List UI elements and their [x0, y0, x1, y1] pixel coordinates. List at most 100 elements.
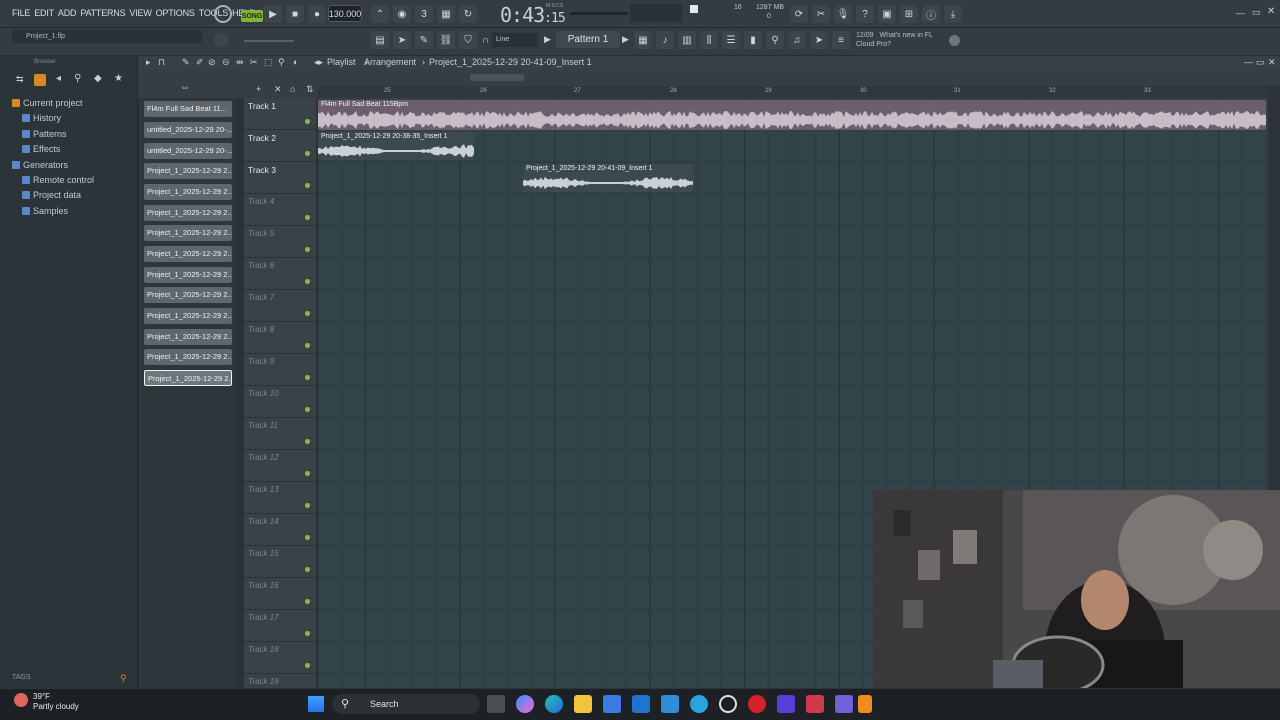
track-mute-indicator[interactable] [305, 343, 310, 348]
browser-back-icon[interactable]: ◂ [56, 73, 61, 84]
view-project-icon[interactable]: ➤ [810, 31, 828, 49]
view-plugin-picker-icon[interactable]: ⚲ [766, 31, 784, 49]
close-icon[interactable]: ✕ [1267, 6, 1275, 17]
track-mute-indicator[interactable] [305, 567, 310, 572]
audio-clip[interactable]: Project_1_2025-12-29 20-38-35_Insert 1 [318, 132, 474, 160]
recorder-icon[interactable] [806, 695, 824, 713]
opera-icon[interactable] [748, 695, 766, 713]
arrow-icon[interactable]: ➤ [393, 31, 411, 49]
task-view-icon[interactable] [487, 695, 505, 713]
stamp-icon[interactable]: ⛉ [459, 31, 477, 49]
playlist-icon[interactable]: ▤ [371, 31, 389, 49]
menu-view[interactable]: VIEW [129, 8, 151, 18]
track-mute-indicator[interactable] [305, 439, 310, 444]
track-header[interactable]: Track 17 [244, 610, 316, 642]
browser-item-current-project[interactable]: Current project [12, 96, 136, 111]
view-channel-rack-icon[interactable]: ▦ [634, 31, 652, 49]
track-header[interactable]: Track 16 [244, 578, 316, 610]
plugin-icon[interactable]: ⊞ [900, 5, 918, 23]
clip-source-item[interactable]: untitled_2025-12-29 20-... [144, 122, 232, 138]
weather-icon[interactable] [14, 693, 28, 707]
playlist-maximize-icon[interactable]: ▭ [1256, 56, 1265, 69]
track-header[interactable]: Track 7 [244, 290, 316, 322]
step-edit-icon[interactable]: ▦ [437, 5, 455, 23]
clip-source-item-selected[interactable]: Project_1_2025-12-29 2... [144, 370, 232, 386]
clip-source-item[interactable]: Project_1_2025-12-29 2... [144, 349, 232, 365]
clip-source-item[interactable]: Project_1_2025-12-29 2... [144, 205, 232, 221]
playlist-arrow-icon[interactable]: ◂▸ [314, 56, 323, 69]
clip-source-item[interactable]: Project_1_2025-12-29 2... [144, 329, 232, 345]
track-mute-indicator[interactable] [305, 151, 310, 156]
timeline-ruler[interactable]: 25 26 27 28 29 30 31 32 33 [318, 86, 1268, 98]
clip-source-item[interactable]: Project_1_2025-12-29 2... [144, 225, 232, 241]
track-header[interactable]: Track 1 [244, 98, 316, 130]
app-p-icon[interactable] [777, 695, 795, 713]
loop-record-icon[interactable]: ↻ [459, 5, 477, 23]
playlist-mute-icon[interactable]: ⊝ [222, 56, 230, 69]
stop-button[interactable]: ■ [286, 5, 304, 23]
track-mute-indicator[interactable] [305, 663, 310, 668]
playlist-playback-icon[interactable]: ◖ [292, 56, 297, 69]
clip-source-item[interactable]: untitled_2025-12-29 20-... [144, 143, 232, 159]
fl-studio-icon[interactable] [858, 695, 872, 713]
clip-source-item[interactable]: Project_1_2025-12-29 2... [144, 267, 232, 283]
audio-clip[interactable]: Project_1_2025-12-29 20-41-09_Insert 1 [523, 164, 693, 192]
track-group-icon[interactable]: ⇅ [306, 84, 314, 95]
save-icon[interactable]: ▣ [878, 5, 896, 23]
browser-item-patterns[interactable]: Patterns [12, 127, 136, 142]
track-header[interactable]: Track 4 [244, 194, 316, 226]
pattern-add-icon[interactable]: ▶ [622, 34, 629, 45]
copilot-icon[interactable] [516, 695, 534, 713]
track-add-icon[interactable]: + [256, 84, 261, 94]
menu-edit[interactable]: EDIT [34, 8, 54, 18]
clip-source-item[interactable]: Project_1_2025-12-29 2... [144, 308, 232, 324]
main-pitch-knob[interactable] [214, 33, 228, 47]
pencil-icon[interactable]: ✎ [415, 31, 433, 49]
clip-source-item[interactable]: Project_1_2025-12-29 2... [144, 163, 232, 179]
view-browser-icon[interactable]: ▮ [744, 31, 762, 49]
wait-input-icon[interactable]: ◉ [393, 5, 411, 23]
telegram-icon[interactable] [690, 695, 708, 713]
track-header[interactable]: Track 8 [244, 322, 316, 354]
browser-item-samples[interactable]: Samples [12, 204, 136, 219]
weather-widget[interactable]: 39°F Partly cloudy [33, 692, 79, 712]
taskbar-search[interactable]: Search [332, 694, 480, 714]
pattern-prev-icon[interactable]: ▶ [544, 34, 551, 45]
audio-clip[interactable]: Fl4m Full Sad Beat 115Bpm [318, 100, 1266, 130]
menu-add[interactable]: ADD [58, 8, 77, 18]
playlist-draw-icon[interactable]: ✎ [182, 56, 190, 69]
clip-source-item[interactable]: Fl4m Full Sad Beat 11... [144, 101, 232, 117]
browser-app-icon[interactable] [719, 695, 737, 713]
cut-icon[interactable]: ✂ [812, 5, 830, 23]
browser-search-icon[interactable]: ⚲ [74, 73, 81, 84]
playlist-paint-icon[interactable]: ✐ [196, 56, 204, 69]
browser-item-history[interactable]: History [12, 111, 136, 126]
download-icon[interactable]: ⤓ [944, 5, 962, 23]
playlist-selected-clip[interactable]: Project_1_2025-12-29 20-41-09_Insert 1 [429, 56, 592, 69]
master-volume-slider[interactable] [570, 12, 628, 15]
info-icon[interactable]: ⓘ [922, 5, 940, 23]
news-panel[interactable]: 12/09 What's new in FL Cloud Pro? [856, 31, 933, 49]
track-header[interactable]: Track 14 [244, 514, 316, 546]
pattern-song-toggle[interactable]: SONG [241, 10, 263, 22]
clip-source-item[interactable]: Project_1_2025-12-29 2... [144, 246, 232, 262]
edge-icon[interactable] [545, 695, 563, 713]
track-mute-indicator[interactable] [305, 535, 310, 540]
countdown-icon[interactable]: 3 [415, 5, 433, 23]
microphone-icon[interactable]: 🎙 [834, 5, 852, 23]
view-touch-keyboard-icon[interactable]: ♫ [788, 31, 806, 49]
news-settings-icon[interactable] [949, 35, 960, 46]
track-lock-icon[interactable]: ⌂ [290, 84, 295, 94]
track-header[interactable]: Track 13 [244, 482, 316, 514]
clip-source-item[interactable]: Project_1_2025-12-29 2... [144, 287, 232, 303]
playlist-slice-icon[interactable]: ✂ [250, 56, 258, 69]
file-explorer-icon[interactable] [574, 695, 592, 713]
view-piano-roll-icon[interactable]: ♪ [656, 31, 674, 49]
track-mute-indicator[interactable] [305, 375, 310, 380]
menu-options[interactable]: OPTIONS [156, 8, 195, 18]
view-channel-settings-icon[interactable]: ☰ [722, 31, 740, 49]
store-icon[interactable] [603, 695, 621, 713]
pattern-panel-arrows-icon[interactable]: ⇔ [180, 82, 190, 93]
track-header[interactable]: Track 2 [244, 130, 316, 162]
playlist-arrangement[interactable]: Arrangement [364, 56, 416, 69]
